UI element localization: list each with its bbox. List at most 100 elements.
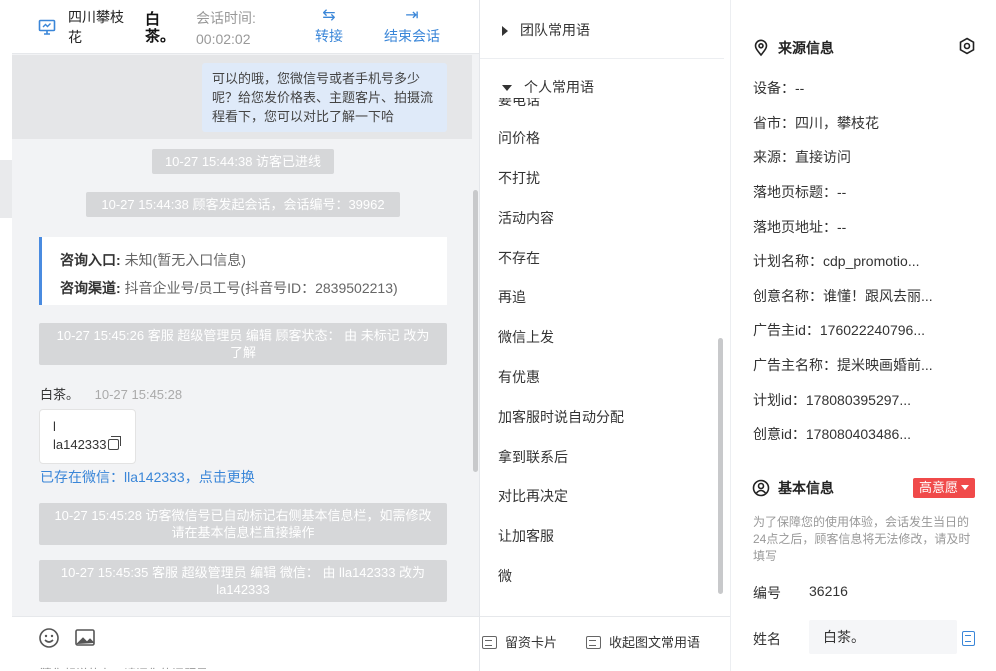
system-message: 10-27 15:44:38 访客已进线 <box>152 149 334 174</box>
basic-info-header: 基本信息 <box>752 478 834 498</box>
message-sender-line: 白茶。 10-27 15:45:28 <box>40 384 182 403</box>
phrase-item[interactable]: 有优惠 <box>498 367 540 387</box>
session-time: 00:02:02 <box>196 31 251 47</box>
system-message: 10-27 15:44:38 顾客发起会话，会话编号：39962 <box>86 192 400 217</box>
divider <box>480 58 724 59</box>
chat-input-hint[interactable]: 猜你想说的有：请问您的问题是... <box>40 665 240 669</box>
incoming-message: l la142333 <box>39 409 136 464</box>
user-icon <box>752 479 770 497</box>
personal-phrases-label: 个人常用语 <box>524 79 594 95</box>
change-wechat-link[interactable]: 已存在微信：lla142333，点击更换 <box>40 467 255 487</box>
source-info-header: 来源信息 <box>752 38 834 58</box>
phrase-item[interactable]: 活动内容 <box>498 208 554 228</box>
consult-info-card: 咨询入口: 未知(暂无入口信息) 咨询渠道: 抖音企业号/员工号(抖音号ID：2… <box>39 237 447 305</box>
edit-deadline-notice: 为了保障您的使用体验，会话发生当日的24点之后，顾客信息将无法修改，请及时填写 <box>753 515 971 563</box>
phrase-item[interactable]: 拿到联系后 <box>498 447 568 467</box>
customer-region-name: 四川攀枝花 <box>68 9 124 45</box>
consult-channel-label: 咨询渠道: <box>60 280 121 296</box>
transfer-label: 转接 <box>315 28 343 44</box>
emoji-icon[interactable] <box>38 627 60 649</box>
phrase-scrollbar[interactable] <box>718 338 723 594</box>
system-message: 10-27 15:45:26 客服 超级管理员 编辑 顾客状态： 由 未标记 改… <box>39 323 447 365</box>
message-sender: 白茶。 <box>40 387 80 402</box>
location-icon <box>754 39 768 57</box>
edit-icon[interactable] <box>962 631 975 646</box>
source-plan-id: 计划id：178080395297... <box>753 392 911 408</box>
team-phrases-label: 团队常用语 <box>520 22 590 38</box>
phrase-item[interactable]: 问价格 <box>498 128 540 148</box>
chat-messages[interactable]: 可以的哦，您微信号或者手机号多少呢？给您发价格表、主题客片、拍摄流程看下，您可以… <box>12 55 472 615</box>
phrase-item[interactable]: 再追 <box>498 287 526 307</box>
message-icon <box>586 636 601 649</box>
customer-id-label: 编号 <box>753 585 781 601</box>
customer-name-field[interactable]: 白茶。 <box>809 620 957 654</box>
chevron-down-icon <box>961 485 970 490</box>
incoming-message-line: la142333 <box>53 436 135 454</box>
phrase-item[interactable]: 让加客服 <box>498 526 554 546</box>
source-advertiser-name: 广告主名称：提米映画婚前... <box>753 357 933 373</box>
end-session-button[interactable]: ⇥ 结束会话 <box>382 6 442 46</box>
lead-card-label: 留资卡片 <box>505 635 558 650</box>
team-phrases-group[interactable]: 团队常用语 <box>502 20 590 40</box>
caret-down-icon <box>502 85 512 92</box>
collapse-phrases-button[interactable]: 收起图文常用语 <box>586 632 700 651</box>
phrase-item[interactable]: 对比再决定 <box>498 486 568 506</box>
customer-nickname: 白茶。 <box>145 11 176 45</box>
exit-icon: ⇥ <box>405 7 419 24</box>
phrase-item[interactable]: 要电话 <box>498 98 540 110</box>
customer-info-panel: 来源信息 设备：-- 省市：四川，攀枝花 来源：直接访问 落地页标题：-- 落地… <box>732 0 996 671</box>
system-message: 10-27 15:45:35 客服 超级管理员 编辑 微信： 由 lla1423… <box>39 560 447 602</box>
monitor-icon <box>38 19 56 35</box>
customer-name-label: 姓名 <box>753 631 781 647</box>
consult-channel-row: 咨询渠道: 抖音企业号/员工号(抖音号ID：2839502213) <box>60 274 447 302</box>
collapse-phrases-label: 收起图文常用语 <box>609 635 701 650</box>
card-icon <box>482 636 497 649</box>
source-plan-name: 计划名称：cdp_promotio... <box>753 253 920 269</box>
transfer-button[interactable]: ⇆ 转接 <box>312 6 346 46</box>
system-message: 10-27 15:45:28 访客微信号已自动标记右侧基本信息栏，如需修改请在基… <box>39 503 447 545</box>
end-session-label: 结束会话 <box>384 28 440 44</box>
source-channel: 来源：直接访问 <box>753 149 851 165</box>
incoming-message-line: l <box>53 419 56 434</box>
phrase-item[interactable]: 加客服时说自动分配 <box>498 407 624 427</box>
left-edge <box>0 0 12 671</box>
source-province-city: 省市：四川，攀枝花 <box>753 115 879 131</box>
consult-entry-row: 咨询入口: 未知(暂无入口信息) <box>60 246 447 274</box>
chat-input-bar: 猜你想说的有：请问您的问题是... <box>12 616 479 671</box>
intent-level-dropdown[interactable]: 高意愿 <box>913 478 976 498</box>
common-phrases-panel: 团队常用语 个人常用语 要电话 问价格 不打扰 活动内容 不存在 再追 微信上发… <box>480 0 731 671</box>
chat-panel: 四川攀枝花 白茶。 会话时间: 00:02:02 ⇆ 转接 ⇥ 结束会话 可以的… <box>12 0 480 671</box>
phrase-item[interactable]: 微 <box>498 566 512 586</box>
left-edge-tab[interactable] <box>0 160 12 218</box>
outgoing-message: 可以的哦，您微信号或者手机号多少呢？给您发价格表、主题客片、拍摄流程看下，您可以… <box>202 63 447 132</box>
phrases-footer: 留资卡片 收起图文常用语 <box>480 616 730 671</box>
copy-icon[interactable] <box>107 436 121 450</box>
phrase-item[interactable]: 不存在 <box>498 248 540 268</box>
source-creative-id: 创意id：178080403486... <box>753 426 911 442</box>
source-info-title: 来源信息 <box>778 40 834 56</box>
intent-level-label: 高意愿 <box>919 480 959 495</box>
phrase-item[interactable]: 不打扰 <box>498 168 540 188</box>
personal-phrases-group[interactable]: 个人常用语 <box>502 77 594 97</box>
source-device: 设备：-- <box>753 80 805 96</box>
source-creative-name: 创意名称：谁懂！跟风去丽... <box>753 288 933 304</box>
session-time-label: 会话时间: <box>196 10 256 26</box>
transfer-icon: ⇆ <box>322 7 336 24</box>
phrase-list[interactable]: 要电话 问价格 不打扰 活动内容 不存在 再追 微信上发 有优惠 加客服时说自动… <box>480 98 716 595</box>
image-icon[interactable] <box>74 627 96 649</box>
message-time: 10-27 15:45:28 <box>94 387 183 402</box>
basic-info-title: 基本信息 <box>778 480 834 496</box>
settings-icon[interactable] <box>958 37 976 55</box>
phrase-item[interactable]: 微信上发 <box>498 327 554 347</box>
consult-entry-value: 未知(暂无入口信息) <box>124 252 246 268</box>
customer-id-value: 36216 <box>809 583 848 599</box>
lead-card-button[interactable]: 留资卡片 <box>482 632 557 651</box>
caret-right-icon <box>502 26 508 37</box>
chat-scrollbar[interactable] <box>473 190 478 472</box>
source-landing-url: 落地页地址：-- <box>753 219 847 235</box>
source-landing-title: 落地页标题：-- <box>753 184 847 200</box>
source-advertiser-id: 广告主id：176022240796... <box>753 322 925 338</box>
consult-entry-label: 咨询入口: <box>60 252 121 268</box>
consult-channel-value: 抖音企业号/员工号(抖音号ID：2839502213) <box>124 280 398 296</box>
chat-header: 四川攀枝花 白茶。 会话时间: 00:02:02 ⇆ 转接 ⇥ 结束会话 <box>12 0 479 54</box>
